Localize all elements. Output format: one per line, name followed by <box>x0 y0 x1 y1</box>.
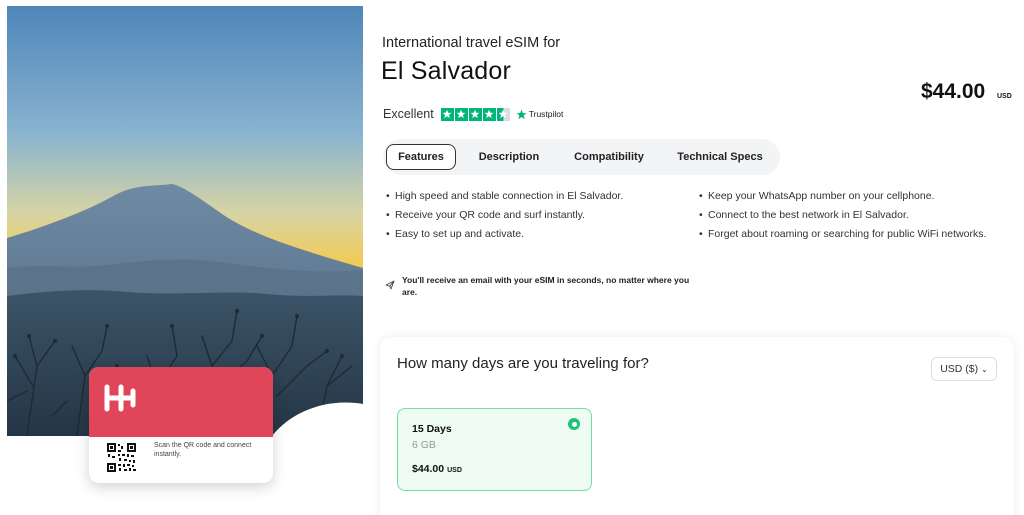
product-price: $44.00 <box>921 80 986 103</box>
star-icon <box>482 107 496 121</box>
plan-data: 6 GB <box>412 439 436 451</box>
tab-features[interactable]: Features <box>386 144 456 170</box>
rating-label: Excellent <box>383 107 434 121</box>
qr-instructions: Scan the QR code and connect instantly. <box>154 442 252 458</box>
chevron-down-icon: ⌄ <box>981 364 988 374</box>
feature-item: Keep your WhatsApp number on your cellph… <box>697 190 987 203</box>
feature-item: Forget about roaming or searching for pu… <box>697 228 987 241</box>
trustpilot-rating[interactable]: Excellent Trustpilot <box>383 106 563 122</box>
tab-bar: Features Description Compatibility Techn… <box>383 139 780 175</box>
plan-days: 15 Days <box>412 423 452 435</box>
plan-price-currency: USD <box>447 467 462 474</box>
price-currency: USD <box>997 93 1012 100</box>
email-notice: You'll receive an email with your eSIM i… <box>385 274 692 298</box>
esim-card: Scan the QR code and connect instantly. <box>89 367 273 483</box>
plan-price: $44.00 USD <box>412 463 462 475</box>
trustpilot-label: Trustpilot <box>528 109 564 119</box>
plan-option[interactable]: 15 Days 6 GB $44.00 USD <box>397 408 592 491</box>
product-subtitle: International travel eSIM for <box>382 35 561 51</box>
tab-compatibility[interactable]: Compatibility <box>563 144 655 170</box>
days-question: How many days are you traveling for? <box>397 355 649 372</box>
trustpilot-star-icon <box>516 109 527 119</box>
star-icon <box>440 107 454 121</box>
currency-select-label: USD ($) <box>940 363 979 375</box>
selected-radio-icon[interactable] <box>568 418 580 430</box>
feature-item: Connect to the best network in El Salvad… <box>697 209 987 222</box>
page-title: El Salvador <box>381 57 512 85</box>
currency-select[interactable]: USD ($) ⌄ <box>931 357 997 381</box>
feature-item: High speed and stable connection in El S… <box>384 190 674 203</box>
card-header <box>89 367 273 437</box>
star-icon <box>454 107 468 121</box>
trustpilot-logo: Trustpilot <box>516 109 564 120</box>
rating-stars <box>440 107 510 121</box>
feature-item: Receive your QR code and surf instantly. <box>384 209 674 222</box>
paper-plane-icon <box>385 280 395 290</box>
star-icon <box>468 107 482 121</box>
half-star-icon <box>496 107 510 121</box>
plan-price-value: $44.00 <box>412 463 445 475</box>
qr-code-icon <box>106 442 137 473</box>
features-list-left: High speed and stable connection in El S… <box>384 190 674 247</box>
notice-text: You'll receive an email with your eSIM i… <box>402 275 690 297</box>
holafly-logo-icon <box>104 384 136 412</box>
days-selector-panel: How many days are you traveling for? USD… <box>380 337 1014 515</box>
features-list-right: Keep your WhatsApp number on your cellph… <box>697 190 987 247</box>
feature-item: Easy to set up and activate. <box>384 228 674 241</box>
tab-description[interactable]: Description <box>467 144 551 170</box>
tab-technical-specs[interactable]: Technical Specs <box>669 144 771 170</box>
